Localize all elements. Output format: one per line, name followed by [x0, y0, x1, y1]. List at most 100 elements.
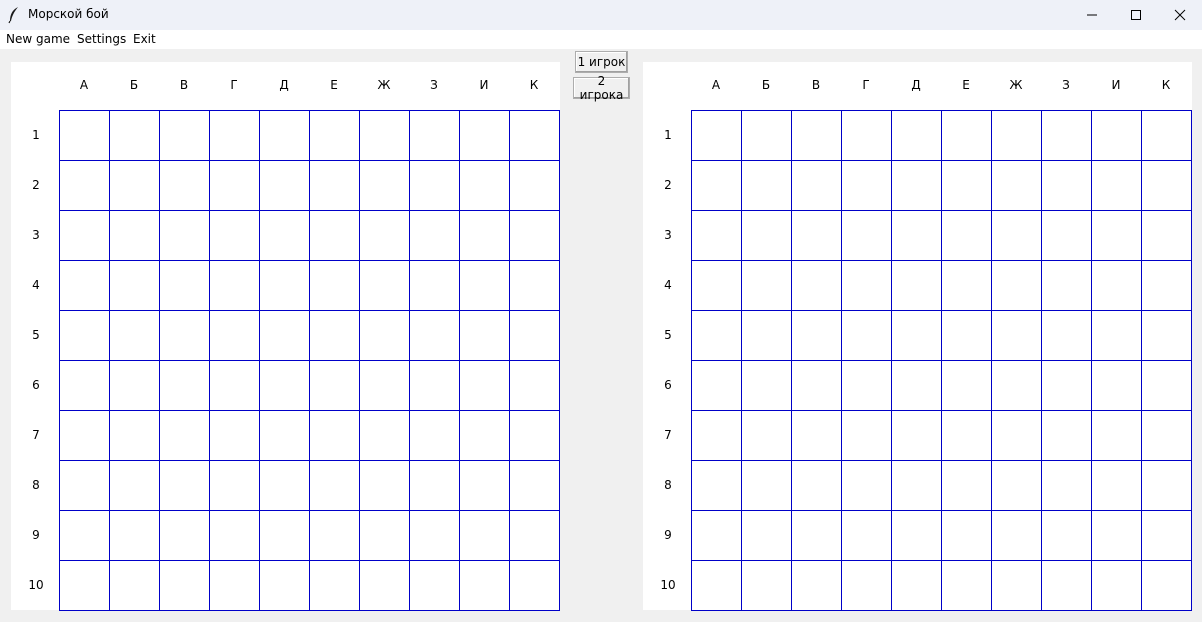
- board-cell[interactable]: [692, 311, 742, 361]
- board-cell[interactable]: [1142, 211, 1192, 261]
- board-cell[interactable]: [460, 111, 510, 161]
- board-cell[interactable]: [60, 361, 110, 411]
- board-cell[interactable]: [992, 411, 1042, 461]
- board-cell[interactable]: [992, 261, 1042, 311]
- two-players-button[interactable]: 2 игрока: [573, 74, 630, 102]
- board-cell[interactable]: [942, 461, 992, 511]
- board-cell[interactable]: [692, 561, 742, 611]
- board-cell[interactable]: [892, 311, 942, 361]
- board-cell[interactable]: [1092, 361, 1142, 411]
- board-cell[interactable]: [260, 261, 310, 311]
- board-cell[interactable]: [942, 111, 992, 161]
- board-cell[interactable]: [360, 261, 410, 311]
- board-cell[interactable]: [742, 461, 792, 511]
- board-cell[interactable]: [260, 161, 310, 211]
- board-cell[interactable]: [60, 411, 110, 461]
- board-cell[interactable]: [60, 311, 110, 361]
- board-cell[interactable]: [692, 361, 742, 411]
- board-cell[interactable]: [160, 211, 210, 261]
- board-cell[interactable]: [1142, 111, 1192, 161]
- board-cell[interactable]: [692, 461, 742, 511]
- board-cell[interactable]: [60, 161, 110, 211]
- board-cell[interactable]: [510, 561, 560, 611]
- board-cell[interactable]: [310, 161, 360, 211]
- board-cell[interactable]: [410, 111, 460, 161]
- board-cell[interactable]: [260, 211, 310, 261]
- board-cell[interactable]: [160, 311, 210, 361]
- board-cell[interactable]: [510, 511, 560, 561]
- board-cell[interactable]: [692, 111, 742, 161]
- board-cell[interactable]: [460, 411, 510, 461]
- board-cell[interactable]: [410, 561, 460, 611]
- board-cell[interactable]: [992, 111, 1042, 161]
- board-cell[interactable]: [742, 561, 792, 611]
- board-cell[interactable]: [842, 111, 892, 161]
- board-cell[interactable]: [360, 211, 410, 261]
- board-cell[interactable]: [792, 461, 842, 511]
- board-cell[interactable]: [1042, 361, 1092, 411]
- board-cell[interactable]: [942, 361, 992, 411]
- board-cell[interactable]: [260, 461, 310, 511]
- board-cell[interactable]: [1092, 461, 1142, 511]
- board-cell[interactable]: [1092, 111, 1142, 161]
- board-cell[interactable]: [410, 361, 460, 411]
- board-cell[interactable]: [260, 311, 310, 361]
- board-cell[interactable]: [510, 111, 560, 161]
- board-cell[interactable]: [792, 361, 842, 411]
- board-cell[interactable]: [260, 411, 310, 461]
- board-cell[interactable]: [310, 261, 360, 311]
- board-cell[interactable]: [1042, 311, 1092, 361]
- board-cell[interactable]: [460, 361, 510, 411]
- board-cell[interactable]: [1042, 511, 1092, 561]
- board-cell[interactable]: [110, 161, 160, 211]
- board-cell[interactable]: [160, 461, 210, 511]
- board-cell[interactable]: [110, 461, 160, 511]
- board-cell[interactable]: [1142, 311, 1192, 361]
- board-cell[interactable]: [210, 111, 260, 161]
- board-cell[interactable]: [160, 261, 210, 311]
- board-cell[interactable]: [210, 161, 260, 211]
- board-cell[interactable]: [842, 361, 892, 411]
- board-cell[interactable]: [842, 411, 892, 461]
- board-cell[interactable]: [310, 511, 360, 561]
- board-cell[interactable]: [110, 411, 160, 461]
- board-cell[interactable]: [210, 211, 260, 261]
- board-cell[interactable]: [742, 311, 792, 361]
- board-cell[interactable]: [892, 361, 942, 411]
- board-cell[interactable]: [460, 211, 510, 261]
- board-cell[interactable]: [110, 311, 160, 361]
- board-cell[interactable]: [1142, 261, 1192, 311]
- board-cell[interactable]: [942, 561, 992, 611]
- board-cell[interactable]: [1092, 561, 1142, 611]
- board-cell[interactable]: [60, 461, 110, 511]
- board-cell[interactable]: [792, 411, 842, 461]
- board-cell[interactable]: [892, 111, 942, 161]
- board-cell[interactable]: [742, 161, 792, 211]
- close-button[interactable]: [1158, 0, 1202, 30]
- board-cell[interactable]: [992, 461, 1042, 511]
- board-cell[interactable]: [60, 261, 110, 311]
- board-cell[interactable]: [942, 211, 992, 261]
- minimize-button[interactable]: [1070, 0, 1114, 30]
- maximize-button[interactable]: [1114, 0, 1158, 30]
- board-cell[interactable]: [942, 511, 992, 561]
- board-cell[interactable]: [842, 261, 892, 311]
- board-cell[interactable]: [510, 261, 560, 311]
- board-cell[interactable]: [842, 311, 892, 361]
- board-cell[interactable]: [892, 561, 942, 611]
- board-cell[interactable]: [360, 561, 410, 611]
- board-cell[interactable]: [160, 561, 210, 611]
- board-cell[interactable]: [110, 111, 160, 161]
- board-cell[interactable]: [892, 411, 942, 461]
- board-cell[interactable]: [460, 161, 510, 211]
- board-cell[interactable]: [410, 211, 460, 261]
- board-cell[interactable]: [60, 211, 110, 261]
- board-cell[interactable]: [742, 261, 792, 311]
- board-cell[interactable]: [692, 261, 742, 311]
- board-cell[interactable]: [992, 561, 1042, 611]
- board-cell[interactable]: [260, 511, 310, 561]
- board-cell[interactable]: [360, 511, 410, 561]
- board-cell[interactable]: [260, 561, 310, 611]
- board-cell[interactable]: [1142, 561, 1192, 611]
- board-cell[interactable]: [110, 561, 160, 611]
